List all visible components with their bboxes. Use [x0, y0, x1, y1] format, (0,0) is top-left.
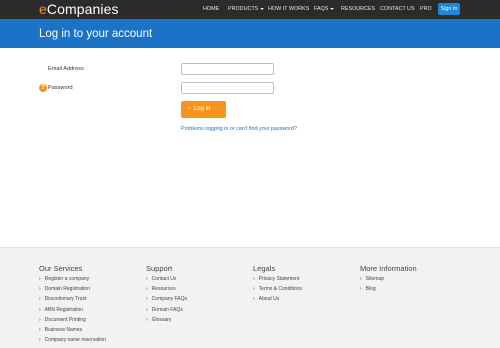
password-field[interactable]: [181, 82, 274, 94]
chevron-right-icon: ›: [253, 276, 255, 282]
chevron-right-icon: ›: [39, 326, 41, 333]
help-icon[interactable]: ?: [39, 84, 47, 92]
chevron-right-icon: ›: [360, 286, 362, 293]
footer-link-domain-registration[interactable]: › Domain Registration: [39, 286, 106, 296]
chevron-right-icon: ›: [146, 296, 148, 303]
footer-link-privacy-statement[interactable]: › Privacy Statement: [253, 276, 302, 286]
footer-heading: Legals: [253, 264, 276, 273]
footer-col-more-info: More Information › Sitemap › Blog: [360, 264, 417, 296]
footer-link-contact-us[interactable]: › Contact Us: [146, 276, 187, 286]
email-field[interactable]: [181, 63, 274, 75]
chevron-down-icon: [330, 7, 335, 10]
footer-link-domain-faqs[interactable]: › Domain FAQs: [146, 307, 187, 317]
footer-link-discretionary-trust[interactable]: › Discretionary Trust: [39, 296, 106, 306]
page-header-banner: Log in to your account: [0, 19, 500, 48]
footer-link-business-names[interactable]: › Business Names: [39, 327, 106, 337]
chevron-right-icon: ›: [39, 296, 41, 303]
chevron-right-icon: ›: [146, 316, 148, 323]
top-navbar: eCompanies HOME PRODUCTS HOW IT WORKS FA…: [0, 0, 500, 19]
nav-home[interactable]: HOME: [203, 6, 219, 12]
email-label: Email Address: [48, 66, 84, 72]
nav-resources[interactable]: RESOURCES: [341, 6, 375, 12]
footer-heading: Our Services: [39, 264, 83, 273]
nav-products[interactable]: PRODUCTS: [228, 6, 265, 12]
nav-pro[interactable]: PRO: [420, 6, 432, 12]
chevron-right-icon: ›: [146, 306, 148, 313]
login-button[interactable]: › Log in: [181, 101, 226, 118]
brand-logo[interactable]: eCompanies: [39, 1, 119, 17]
footer-link-document-printing[interactable]: › Document Printing: [39, 317, 106, 327]
footer-link-company-faqs[interactable]: › Company FAQs: [146, 296, 187, 306]
footer-link-abn-registration[interactable]: › ABN Registration: [39, 307, 106, 317]
chevron-right-icon: ›: [253, 296, 255, 303]
chevron-right-icon: ›: [146, 276, 148, 282]
chevron-right-icon: ›: [39, 306, 41, 313]
chevron-down-icon: [260, 7, 265, 10]
chevron-right-icon: ›: [360, 276, 362, 282]
nav-contact-us[interactable]: CONTACT US: [380, 6, 415, 12]
sign-in-button[interactable]: Sign In: [438, 3, 460, 15]
chevron-right-icon: ›: [39, 276, 41, 282]
footer-link-resources[interactable]: › Resources: [146, 286, 187, 296]
chevron-right-icon: ›: [188, 106, 190, 112]
footer-link-company-name-reservation[interactable]: › Company name reservation: [39, 337, 106, 347]
chevron-right-icon: ›: [146, 286, 148, 293]
footer-col-services: Our Services › Register a company › Domain…: [39, 264, 106, 347]
password-label: Password: [48, 85, 73, 91]
footer-heading: Support: [146, 264, 173, 273]
footer-link-blog[interactable]: › Blog: [360, 286, 417, 296]
footer-link-about-us[interactable]: › About Us: [253, 296, 302, 306]
footer-link-terms-conditions[interactable]: › Terms & Conditions: [253, 286, 302, 296]
chevron-right-icon: ›: [39, 286, 41, 293]
footer-link-glossary[interactable]: › Glossary: [146, 317, 187, 327]
nav-faqs[interactable]: FAQS: [314, 6, 335, 12]
footer-col-support: Support › Contact Us › Resources › Company …: [146, 264, 187, 327]
footer-heading: More Information: [360, 264, 417, 273]
problems-logging-in-link[interactable]: Problems logging in or can't find your p…: [181, 126, 297, 132]
chevron-right-icon: ›: [39, 316, 41, 323]
footer-col-legals: Legals › Privacy Statement › Terms & Condi…: [253, 264, 302, 307]
chevron-right-icon: ›: [253, 286, 255, 293]
chevron-right-icon: ›: [39, 337, 41, 344]
page-title: Log in to your account: [39, 28, 153, 40]
footer-link-register-company[interactable]: › Register a company: [39, 276, 106, 286]
nav-how-it-works[interactable]: HOW IT WORKS: [268, 6, 309, 12]
footer-link-sitemap[interactable]: › Sitemap: [360, 276, 417, 286]
